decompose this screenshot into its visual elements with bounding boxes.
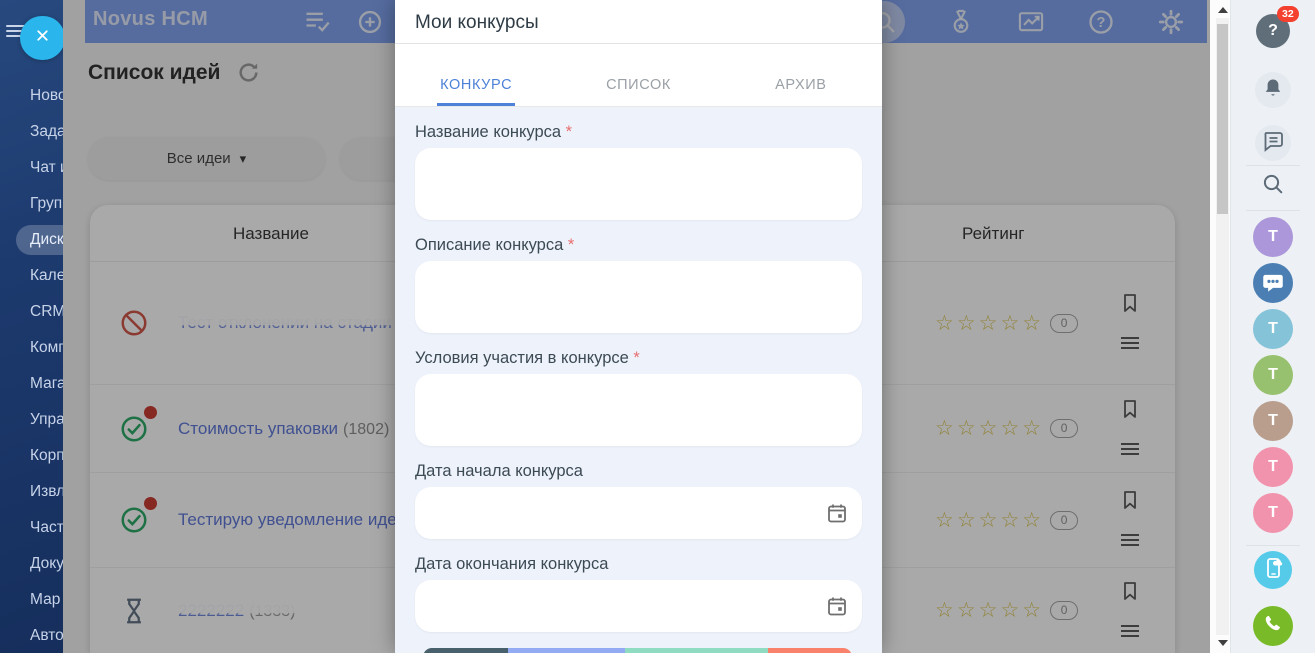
field-label: Название конкурса * bbox=[415, 123, 573, 141]
scrollbar-thumb[interactable] bbox=[1217, 24, 1228, 214]
scroll-up-icon[interactable] bbox=[1218, 7, 1228, 13]
search-icon bbox=[1261, 172, 1285, 201]
vertical-scrollbar bbox=[1210, 0, 1230, 653]
sidebar-item[interactable]: Упра bbox=[0, 402, 63, 438]
close-icon bbox=[34, 27, 51, 49]
avatar[interactable]: Т bbox=[1253, 217, 1293, 257]
sidebar-item[interactable]: Зада bbox=[0, 114, 63, 150]
avatar[interactable]: Т bbox=[1253, 309, 1293, 349]
help-button[interactable]: ? 32 bbox=[1256, 6, 1299, 48]
group-chat-icon[interactable] bbox=[1253, 263, 1293, 303]
chat-icon bbox=[1261, 129, 1285, 158]
sidebar-item[interactable]: Диск bbox=[16, 225, 63, 255]
avatar[interactable]: Т bbox=[1253, 493, 1293, 533]
contests-modal: Мои конкурсы КОНКУРС СПИСОК АРХИВ Название… bbox=[395, 0, 882, 653]
call-button[interactable] bbox=[1253, 606, 1293, 646]
right-toolbar: ? 32 ТТТТТТ bbox=[1230, 0, 1315, 653]
phone-icon bbox=[1262, 613, 1284, 640]
sidebar-item[interactable]: Мар bbox=[0, 582, 63, 618]
field-label: Дата начала конкурса bbox=[415, 462, 583, 480]
sidebar-item[interactable]: Доку bbox=[0, 546, 63, 582]
sidebar-item[interactable]: Комп bbox=[0, 330, 63, 366]
required-asterisk: * bbox=[561, 123, 573, 141]
contact-avatars: ТТТТТТ bbox=[1253, 217, 1293, 539]
toolbar-search-button[interactable] bbox=[1258, 171, 1288, 201]
modal-title: Мои конкурсы bbox=[415, 12, 539, 33]
textarea-input[interactable] bbox=[415, 148, 862, 220]
date-input[interactable] bbox=[415, 580, 862, 632]
left-nav-drawer: НовоЗадаЧат иГрупДискКалеCRMКомпМагаУпра… bbox=[0, 0, 63, 653]
help-badge: 32 bbox=[1277, 6, 1299, 22]
modal-tab[interactable]: СПИСОК bbox=[557, 44, 719, 106]
mobile-icon bbox=[1261, 556, 1285, 585]
tab-label: АРХИВ bbox=[775, 77, 827, 93]
sidebar-item[interactable]: Груп bbox=[0, 186, 63, 222]
chat-button[interactable] bbox=[1255, 125, 1291, 161]
sidebar-item[interactable]: Кале bbox=[0, 258, 63, 294]
field-label: Описание конкурса * bbox=[415, 236, 575, 254]
question-icon: ? bbox=[1268, 22, 1278, 39]
calendar-icon[interactable] bbox=[825, 594, 849, 618]
required-asterisk: * bbox=[628, 349, 640, 367]
notifications-button[interactable] bbox=[1255, 72, 1291, 108]
date-input[interactable] bbox=[415, 487, 862, 539]
sidebar-item[interactable]: Корп bbox=[0, 438, 63, 474]
sidebar-item[interactable]: Чат и bbox=[0, 150, 63, 186]
bell-icon bbox=[1261, 76, 1285, 105]
footer-button-mint[interactable] bbox=[625, 648, 768, 653]
sidebar-item[interactable]: Авто bbox=[0, 618, 63, 653]
sidebar-item[interactable]: CRM bbox=[0, 294, 63, 330]
sidebar-item[interactable]: Мага bbox=[0, 366, 63, 402]
footer-button-periwinkle[interactable] bbox=[508, 648, 625, 653]
modal-tab[interactable]: АРХИВ bbox=[720, 44, 882, 106]
avatar[interactable]: Т bbox=[1253, 355, 1293, 395]
field-label: Условия участия в конкурсе * bbox=[415, 349, 640, 367]
sidebar-menu: НовоЗадаЧат иГрупДискКалеCRMКомпМагаУпра… bbox=[0, 78, 63, 653]
sidebar-item[interactable]: Част bbox=[0, 510, 63, 546]
modal-tab[interactable]: КОНКУРС bbox=[395, 44, 557, 106]
tab-label: КОНКУРС bbox=[437, 77, 516, 106]
modal-footer-buttons bbox=[423, 648, 862, 653]
required-asterisk: * bbox=[563, 236, 575, 254]
modal-header: Мои конкурсы bbox=[395, 0, 882, 44]
textarea-input[interactable] bbox=[415, 261, 862, 333]
field-label: Дата окончания конкурса bbox=[415, 555, 609, 573]
avatar[interactable]: Т bbox=[1253, 401, 1293, 441]
avatar[interactable]: Т bbox=[1253, 447, 1293, 487]
footer-button-dark[interactable] bbox=[423, 648, 508, 653]
sidebar-item[interactable]: Ново bbox=[0, 78, 63, 114]
footer-button-salmon[interactable] bbox=[768, 648, 852, 653]
calendar-icon[interactable] bbox=[825, 501, 849, 525]
contest-form: Название конкурса * Описание конкурса * Ус… bbox=[395, 107, 882, 653]
sidebar-item[interactable]: Извл bbox=[0, 474, 63, 510]
textarea-input[interactable] bbox=[415, 374, 862, 446]
mobile-app-button[interactable] bbox=[1254, 551, 1292, 589]
app-window: НовоЗадаЧат иГрупДискКалеCRMКомпМагаУпра… bbox=[0, 0, 1315, 653]
modal-tabs: КОНКУРС СПИСОК АРХИВ bbox=[395, 44, 882, 107]
tab-label: СПИСОК bbox=[606, 77, 671, 93]
scroll-down-icon[interactable] bbox=[1218, 640, 1228, 646]
close-drawer-button[interactable] bbox=[20, 16, 65, 60]
